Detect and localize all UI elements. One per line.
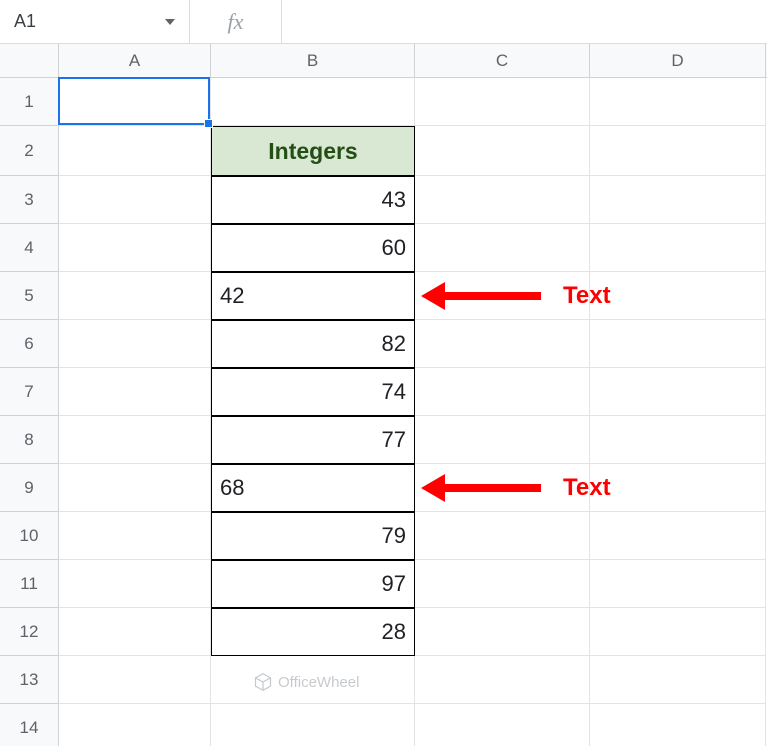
column-header-d[interactable]: D bbox=[590, 44, 766, 77]
select-all-corner[interactable] bbox=[0, 44, 59, 77]
integers-table-cell[interactable]: 43 bbox=[211, 176, 415, 224]
cell[interactable] bbox=[590, 126, 766, 176]
cell[interactable] bbox=[59, 320, 211, 368]
formula-input[interactable] bbox=[282, 0, 767, 43]
row-header[interactable]: 3 bbox=[0, 176, 58, 224]
integers-table-cell[interactable]: 28 bbox=[211, 608, 415, 656]
cell[interactable] bbox=[415, 704, 590, 746]
annotation-label: Text bbox=[563, 282, 611, 310]
row-header[interactable]: 2 bbox=[0, 126, 58, 176]
column-header-row: A B C D bbox=[0, 44, 767, 78]
integers-table-cell[interactable]: 82 bbox=[211, 320, 415, 368]
spreadsheet-grid: A B C D 1234567891011121314 Integers4360… bbox=[0, 44, 767, 746]
cell[interactable] bbox=[59, 78, 211, 126]
cell[interactable] bbox=[59, 560, 211, 608]
watermark-text: OfficeWheel bbox=[278, 674, 359, 691]
cell[interactable] bbox=[59, 272, 211, 320]
name-box-dropdown-icon[interactable] bbox=[165, 19, 175, 25]
integers-table-cell[interactable]: 74 bbox=[211, 368, 415, 416]
cell[interactable] bbox=[590, 224, 766, 272]
cell[interactable] bbox=[590, 272, 766, 320]
integers-table-cell[interactable]: 79 bbox=[211, 512, 415, 560]
cell[interactable] bbox=[415, 656, 590, 704]
cell[interactable] bbox=[590, 416, 766, 464]
cell[interactable] bbox=[211, 78, 415, 126]
watermark: OfficeWheel bbox=[253, 672, 359, 692]
cell[interactable] bbox=[415, 368, 590, 416]
formula-bar: A1 fx bbox=[0, 0, 767, 44]
row-header[interactable]: 12 bbox=[0, 608, 58, 656]
cell[interactable] bbox=[415, 320, 590, 368]
cell[interactable] bbox=[590, 320, 766, 368]
row-header-column: 1234567891011121314 bbox=[0, 78, 59, 746]
row-header[interactable]: 9 bbox=[0, 464, 58, 512]
cell[interactable] bbox=[415, 224, 590, 272]
cell[interactable] bbox=[590, 78, 766, 126]
cell[interactable] bbox=[59, 126, 211, 176]
cell[interactable] bbox=[590, 560, 766, 608]
arrow-left-icon bbox=[421, 282, 541, 310]
cell[interactable] bbox=[590, 704, 766, 746]
cell[interactable] bbox=[590, 464, 766, 512]
column-header-b[interactable]: B bbox=[211, 44, 415, 77]
row-header[interactable]: 11 bbox=[0, 560, 58, 608]
name-box-value: A1 bbox=[14, 11, 36, 32]
cell[interactable] bbox=[211, 704, 415, 746]
integers-table-cell[interactable]: 97 bbox=[211, 560, 415, 608]
cell[interactable] bbox=[59, 416, 211, 464]
integers-table-cell[interactable]: 42 bbox=[211, 272, 415, 320]
cell[interactable] bbox=[415, 512, 590, 560]
cell[interactable] bbox=[59, 512, 211, 560]
cell[interactable] bbox=[59, 176, 211, 224]
row-header[interactable]: 4 bbox=[0, 224, 58, 272]
row-header[interactable]: 1 bbox=[0, 78, 58, 126]
row-header[interactable]: 10 bbox=[0, 512, 58, 560]
row-header[interactable]: 14 bbox=[0, 704, 58, 746]
row-header[interactable]: 6 bbox=[0, 320, 58, 368]
integers-table-cell[interactable]: 60 bbox=[211, 224, 415, 272]
column-header-a[interactable]: A bbox=[59, 44, 211, 77]
arrow-left-icon bbox=[421, 474, 541, 502]
cell[interactable] bbox=[590, 608, 766, 656]
cell[interactable] bbox=[415, 78, 590, 126]
column-header-c[interactable]: C bbox=[415, 44, 590, 77]
cube-icon bbox=[253, 672, 273, 692]
cell[interactable] bbox=[415, 560, 590, 608]
fx-label: fx bbox=[190, 0, 282, 43]
text-annotation: Text bbox=[421, 282, 611, 310]
cell[interactable] bbox=[415, 126, 590, 176]
row-header[interactable]: 8 bbox=[0, 416, 58, 464]
cell[interactable] bbox=[590, 512, 766, 560]
integers-table-header[interactable]: Integers bbox=[211, 126, 415, 176]
integers-table-cell[interactable]: 68 bbox=[211, 464, 415, 512]
cell[interactable] bbox=[59, 464, 211, 512]
cell[interactable] bbox=[415, 608, 590, 656]
name-box[interactable]: A1 bbox=[0, 0, 190, 43]
cell[interactable] bbox=[590, 368, 766, 416]
cell[interactable] bbox=[59, 368, 211, 416]
cell[interactable] bbox=[59, 224, 211, 272]
cell[interactable] bbox=[590, 176, 766, 224]
integers-table-cell[interactable]: 77 bbox=[211, 416, 415, 464]
cell[interactable] bbox=[590, 656, 766, 704]
row-header[interactable]: 7 bbox=[0, 368, 58, 416]
cell[interactable] bbox=[415, 176, 590, 224]
row-header[interactable]: 13 bbox=[0, 656, 58, 704]
cell[interactable] bbox=[59, 656, 211, 704]
annotation-label: Text bbox=[563, 474, 611, 502]
cell[interactable] bbox=[59, 608, 211, 656]
text-annotation: Text bbox=[421, 474, 611, 502]
cell[interactable] bbox=[59, 704, 211, 746]
cell[interactable] bbox=[415, 416, 590, 464]
row-header[interactable]: 5 bbox=[0, 272, 58, 320]
